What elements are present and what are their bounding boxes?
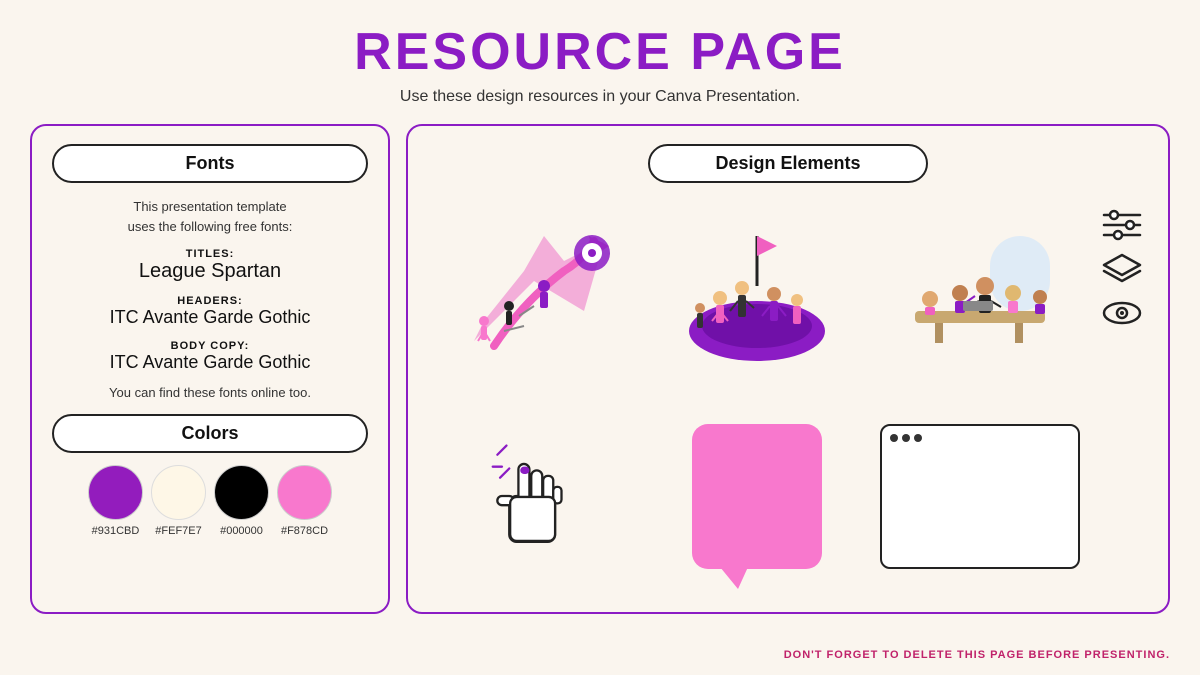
browser-dot-2 <box>902 434 910 442</box>
swatch-hex-pink: #F878CD <box>281 525 328 537</box>
browser-dot-3 <box>914 434 922 442</box>
swatch-cream: #FEF7E7 <box>151 465 206 537</box>
page-title: RESOURCE PAGE <box>0 0 1200 82</box>
illustration-hand <box>428 399 641 595</box>
main-container: Fonts This presentation template uses th… <box>30 124 1170 614</box>
headers-font-name: ITC Avante Garde Gothic <box>52 307 368 328</box>
fonts-header: Fonts <box>52 144 368 183</box>
speech-bubble-tail <box>720 567 748 589</box>
body-font-group: BODY COPY: ITC Avante Garde Gothic <box>52 340 368 373</box>
colors-header: Colors <box>52 414 368 453</box>
body-font-name: ITC Avante Garde Gothic <box>52 352 368 373</box>
swatch-pink: #F878CD <box>277 465 332 537</box>
sliders-icon <box>1100 207 1144 243</box>
titles-font-group: TITLES: League Spartan <box>52 248 368 283</box>
meeting-svg <box>900 221 1060 361</box>
browser-dots <box>890 434 1070 442</box>
speech-bubble-cell <box>651 399 864 595</box>
titles-font-name: League Spartan <box>52 260 368 283</box>
swatch-hex-cream: #FEF7E7 <box>155 525 201 537</box>
swatch-circle-black <box>214 465 269 520</box>
speech-bubble-container <box>692 424 822 569</box>
swatch-hex-black: #000000 <box>220 525 263 537</box>
swatch-circle-purple <box>88 465 143 520</box>
swatch-circle-pink <box>277 465 332 520</box>
illustration-arrow <box>428 193 641 389</box>
left-panel: Fonts This presentation template uses th… <box>30 124 390 614</box>
hand-svg <box>479 431 589 561</box>
eye-icon <box>1100 295 1144 331</box>
body-label: BODY COPY: <box>52 340 368 352</box>
fonts-online-note: You can find these fonts online too. <box>52 385 368 400</box>
browser-mockup <box>880 424 1080 569</box>
speech-bubble <box>692 424 822 569</box>
colors-swatches: #931CBD #FEF7E7 #000000 #F878CD <box>52 465 368 537</box>
right-panel: Design Elements <box>406 124 1170 614</box>
swatch-circle-cream <box>151 465 206 520</box>
browser-dot-1 <box>890 434 898 442</box>
illustration-meeting <box>873 193 1086 389</box>
arrow-svg <box>454 221 614 361</box>
footer-note: DON'T FORGET TO DELETE THIS PAGE BEFORE … <box>784 649 1170 661</box>
fonts-description: This presentation template uses the foll… <box>52 197 368 236</box>
headers-label: HEADERS: <box>52 295 368 307</box>
colors-section: Colors #931CBD #FEF7E7 #000000 #F878CD <box>52 414 368 537</box>
illustration-hill <box>651 193 864 389</box>
swatch-purple: #931CBD <box>88 465 143 537</box>
icons-list <box>1096 203 1148 335</box>
icons-column <box>1096 193 1148 389</box>
titles-label: TITLES: <box>52 248 368 260</box>
headers-font-group: HEADERS: ITC Avante Garde Gothic <box>52 295 368 328</box>
empty-cell <box>1096 399 1148 595</box>
swatch-hex-purple: #931CBD <box>92 525 140 537</box>
swatch-black: #000000 <box>214 465 269 537</box>
page-subtitle: Use these design resources in your Canva… <box>0 88 1200 106</box>
design-grid <box>428 193 1148 594</box>
hill-svg <box>677 221 837 361</box>
design-elements-header: Design Elements <box>648 144 928 183</box>
layers-icon <box>1100 251 1144 287</box>
browser-mockup-cell <box>873 399 1086 595</box>
design-header-row: Design Elements <box>428 144 1148 183</box>
